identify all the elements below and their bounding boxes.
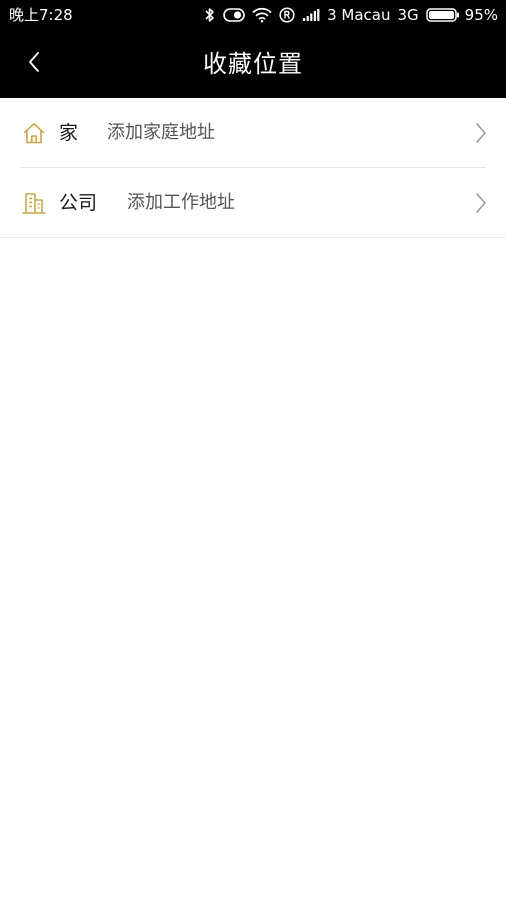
- signal-icon: [302, 8, 320, 22]
- registered-icon: [279, 7, 295, 23]
- home-icon: [22, 121, 46, 145]
- status-bar: 晚上7:28 3 Macau 3G 95%: [0, 0, 506, 30]
- location-label: 家: [59, 122, 79, 144]
- toggle-icon: [223, 8, 245, 22]
- nav-bar: 收藏位置: [0, 30, 506, 98]
- divider: [0, 237, 506, 238]
- location-row-office[interactable]: 公司 添加工作地址: [0, 168, 506, 238]
- status-time: 晚上7:28: [9, 6, 73, 24]
- location-list: 家 添加家庭地址 公司 添加工作地址: [0, 98, 506, 238]
- battery-icon: [425, 8, 460, 22]
- chevron-right-icon: [474, 192, 488, 214]
- chevron-right-icon: [474, 122, 488, 144]
- office-building-icon: [22, 191, 46, 215]
- network-type: 3G: [397, 6, 419, 24]
- location-row-home[interactable]: 家 添加家庭地址: [0, 98, 506, 168]
- page-title: 收藏位置: [203, 50, 303, 78]
- location-value: 添加工作地址: [127, 192, 235, 213]
- location-label: 公司: [59, 192, 98, 214]
- screen: 晚上7:28 3 Macau 3G 95% 收藏位置 家 添加家庭地址 公司 添…: [0, 0, 506, 900]
- status-icons: 3 Macau 3G 95%: [204, 5, 498, 25]
- battery-percent: 95%: [464, 6, 498, 24]
- battery: 95%: [425, 5, 498, 25]
- carrier-name: 3 Macau: [327, 6, 391, 24]
- bluetooth-icon: [204, 7, 216, 23]
- wifi-icon: [252, 7, 272, 23]
- location-value: 添加家庭地址: [107, 122, 215, 143]
